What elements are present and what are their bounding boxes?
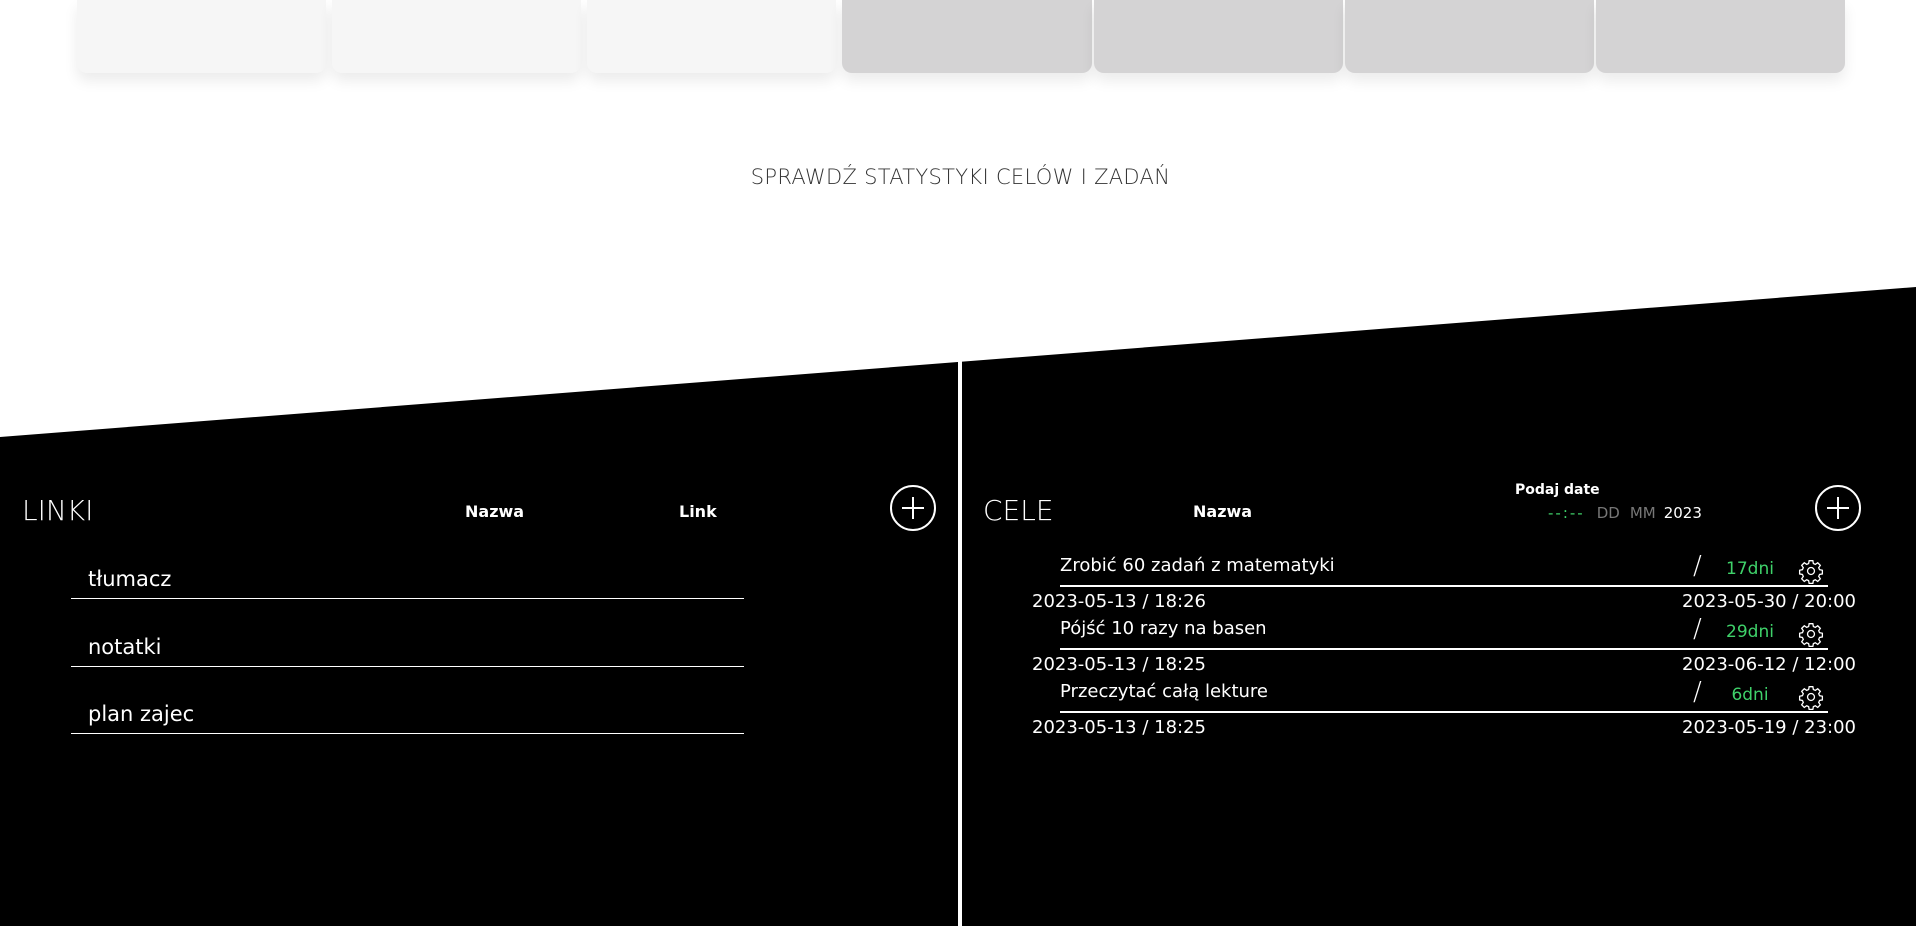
date-input-month[interactable]: MM xyxy=(1630,504,1656,522)
date-label: Podaj date xyxy=(1515,482,1600,498)
goal-item: Przeczytać całą lekture / 6dni 2023-05-1… xyxy=(1032,677,1856,743)
date-input-day[interactable]: DD xyxy=(1597,504,1620,522)
panel-divider xyxy=(958,360,962,926)
goal-end-date: 2023-06-12 / 12:00 xyxy=(1682,654,1856,675)
goal-start-date: 2023-05-13 / 18:26 xyxy=(1032,591,1206,612)
date-input-year[interactable]: 2023 xyxy=(1664,504,1702,522)
add-goal-button[interactable] xyxy=(1815,485,1861,531)
goal-slash: / xyxy=(1693,551,1702,581)
goal-end-date: 2023-05-19 / 23:00 xyxy=(1682,717,1856,738)
goal-name[interactable]: Pójść 10 razy na basen xyxy=(1060,618,1267,639)
goal-name[interactable]: Przeczytać całą lekture xyxy=(1060,681,1268,702)
goals-title: CELE xyxy=(983,494,1054,527)
date-input[interactable]: --:-- DD MM 2023 xyxy=(1548,504,1702,522)
gear-icon[interactable] xyxy=(1798,684,1824,710)
goal-name[interactable]: Zrobić 60 zadań z matematyki xyxy=(1060,555,1335,576)
goal-end-date: 2023-05-30 / 20:00 xyxy=(1682,591,1856,612)
link-item[interactable]: tłumacz xyxy=(71,563,744,599)
link-item[interactable]: notatki xyxy=(71,631,744,667)
goal-dates: 2023-05-13 / 18:25 2023-05-19 / 23:00 xyxy=(1032,713,1856,743)
goal-start-date: 2023-05-13 / 18:25 xyxy=(1032,654,1206,675)
gear-icon[interactable] xyxy=(1798,621,1824,647)
links-col-link: Link xyxy=(679,502,717,521)
goal-row: Przeczytać całą lekture / 6dni xyxy=(1060,677,1828,713)
link-item[interactable]: plan zajec xyxy=(71,698,744,734)
links-col-name: Nazwa xyxy=(465,502,525,521)
add-link-button[interactable] xyxy=(890,485,936,531)
goal-start-date: 2023-05-13 / 18:25 xyxy=(1032,717,1206,738)
goals-col-name: Nazwa xyxy=(1193,502,1253,521)
goal-slash: / xyxy=(1693,677,1702,707)
date-input-time[interactable]: --:-- xyxy=(1548,504,1585,522)
goal-row: Zrobić 60 zadań z matematyki / 17dni xyxy=(1060,551,1828,587)
goal-slash: / xyxy=(1693,614,1702,644)
goal-days-left: 6dni xyxy=(1731,685,1769,705)
goal-item: Pójść 10 razy na basen / 29dni 2023-05-1… xyxy=(1032,614,1856,680)
goal-item: Zrobić 60 zadań z matematyki / 17dni 202… xyxy=(1032,551,1856,617)
links-title: LINKI xyxy=(22,494,94,527)
goal-days-left: 29dni xyxy=(1726,622,1774,642)
goal-days-left: 17dni xyxy=(1726,559,1774,579)
goal-dates: 2023-05-13 / 18:26 2023-05-30 / 20:00 xyxy=(1032,587,1856,617)
goal-row: Pójść 10 razy na basen / 29dni xyxy=(1060,614,1828,650)
gear-icon[interactable] xyxy=(1798,558,1824,584)
goal-dates: 2023-05-13 / 18:25 2023-06-12 / 12:00 xyxy=(1032,650,1856,680)
right-edge-bar xyxy=(1917,596,1921,926)
